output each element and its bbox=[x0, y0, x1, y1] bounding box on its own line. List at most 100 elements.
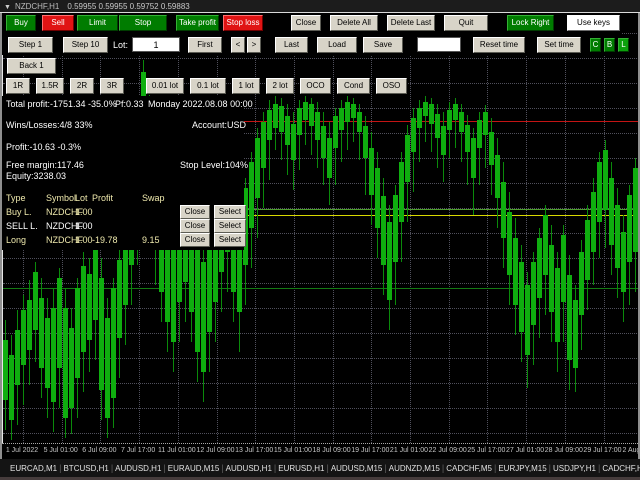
set-time-button[interactable]: Set time bbox=[537, 37, 581, 53]
candle bbox=[405, 135, 410, 182]
grid-line bbox=[3, 433, 639, 434]
x-axis-label: 5 Jul 01:00 bbox=[43, 447, 78, 454]
position-close-button[interactable]: Close bbox=[180, 219, 210, 233]
symbol-tab[interactable]: EURJPY,M15 bbox=[496, 464, 548, 473]
r1-button[interactable]: 1R bbox=[6, 78, 30, 94]
position-select-button[interactable]: Select bbox=[214, 219, 246, 233]
symbol-tab[interactable]: EURAUD,M15 bbox=[166, 464, 222, 473]
oso-button[interactable]: OSO bbox=[376, 78, 407, 94]
symbol-tab[interactable]: CADCHF,M5 bbox=[444, 464, 494, 473]
last-button[interactable]: Last bbox=[275, 37, 308, 53]
candle bbox=[495, 155, 500, 198]
candle bbox=[45, 318, 50, 388]
position-close-button[interactable]: Close bbox=[180, 233, 210, 247]
lot-01-button[interactable]: 0.1 lot bbox=[190, 78, 226, 94]
candle bbox=[387, 222, 392, 300]
time-input[interactable] bbox=[417, 37, 461, 52]
candle bbox=[51, 308, 56, 402]
oco-button[interactable]: OCO bbox=[300, 78, 331, 94]
stop-button[interactable]: Stop bbox=[119, 15, 167, 31]
position-lot: 1.00 bbox=[75, 221, 93, 231]
candle bbox=[411, 118, 416, 152]
candle bbox=[585, 220, 590, 280]
reset-time-button[interactable]: Reset time bbox=[473, 37, 525, 53]
symbol-tab[interactable]: EURUSD,H1 bbox=[276, 464, 326, 473]
lot-1-button[interactable]: 1 lot bbox=[232, 78, 260, 94]
load-button[interactable]: Load bbox=[317, 37, 357, 53]
symbol-tab[interactable]: BTCUSD,H1 bbox=[61, 464, 110, 473]
candle bbox=[417, 108, 422, 128]
position-close-button[interactable]: Close bbox=[180, 205, 210, 219]
symbol-tab[interactable]: AUDNZD,M15 bbox=[387, 464, 442, 473]
lot-input[interactable] bbox=[132, 37, 180, 52]
symbol-tab[interactable]: AUDUSD,H1 bbox=[113, 464, 163, 473]
candle bbox=[309, 104, 314, 126]
delete-last-button[interactable]: Delete Last bbox=[387, 15, 435, 31]
b-button[interactable]: B bbox=[604, 38, 615, 52]
candle bbox=[369, 148, 374, 195]
grid-line bbox=[3, 408, 639, 409]
candle bbox=[279, 106, 284, 132]
cond-button[interactable]: Cond bbox=[337, 78, 370, 94]
step-1-button[interactable]: Step 1 bbox=[8, 37, 53, 53]
step-10-button[interactable]: Step 10 bbox=[63, 37, 108, 53]
quit-button[interactable]: Quit bbox=[444, 15, 488, 31]
equity-text: Equity:3238.03 bbox=[6, 171, 67, 181]
profit-text: Profit:-10.63 -0.3% bbox=[6, 142, 82, 152]
use-keys-button[interactable]: Use keys bbox=[567, 15, 620, 31]
lock-right-button[interactable]: Lock Right bbox=[507, 15, 554, 31]
candle bbox=[255, 138, 260, 198]
candle bbox=[519, 262, 524, 332]
lot-001-button[interactable]: 0.01 lot bbox=[146, 78, 184, 94]
free-margin-text: Free margin:117.46 bbox=[6, 160, 84, 170]
lot-2-button[interactable]: 2 lot bbox=[266, 78, 294, 94]
back-1-button[interactable]: Back 1 bbox=[7, 58, 56, 74]
symbol-tab[interactable]: EURCAD,M1 bbox=[8, 464, 59, 473]
grid-line bbox=[332, 13, 334, 443]
candle bbox=[333, 116, 338, 148]
candle bbox=[531, 262, 536, 325]
c-button[interactable]: C bbox=[590, 38, 601, 52]
x-axis-label: 28 Jul 09:00 bbox=[544, 447, 583, 454]
next-button[interactable]: > bbox=[247, 37, 261, 53]
limit-button[interactable]: Limit bbox=[77, 15, 118, 31]
r3-button[interactable]: 3R bbox=[100, 78, 124, 94]
delete-all-button[interactable]: Delete All bbox=[330, 15, 378, 31]
candle bbox=[171, 242, 176, 342]
candle bbox=[9, 355, 14, 420]
candle bbox=[489, 132, 494, 165]
sell-button[interactable]: Sell bbox=[42, 15, 74, 31]
candle bbox=[93, 250, 98, 320]
prev-button[interactable]: < bbox=[231, 37, 245, 53]
candle bbox=[579, 252, 584, 315]
candle bbox=[573, 300, 578, 368]
left-edge bbox=[0, 13, 2, 459]
candle bbox=[513, 238, 518, 305]
r2-button[interactable]: 2R bbox=[70, 78, 94, 94]
l-button[interactable]: L bbox=[618, 38, 629, 52]
candle bbox=[609, 178, 614, 245]
save-button[interactable]: Save bbox=[363, 37, 403, 53]
position-select-button[interactable]: Select bbox=[214, 233, 246, 247]
symbol-tab[interactable]: USDJPY,H1 bbox=[551, 464, 598, 473]
candle bbox=[537, 238, 542, 298]
close-button[interactable]: Close bbox=[291, 15, 321, 31]
col-header-swap: Swap bbox=[142, 193, 165, 203]
candle bbox=[561, 235, 566, 302]
first-button[interactable]: First bbox=[188, 37, 222, 53]
r1-5-button[interactable]: 1.5R bbox=[36, 78, 64, 94]
position-select-button[interactable]: Select bbox=[214, 205, 246, 219]
candle bbox=[423, 102, 428, 116]
grid-line bbox=[371, 13, 373, 443]
buy-button[interactable]: Buy bbox=[6, 15, 36, 31]
stop-loss-button[interactable]: Stop loss bbox=[223, 15, 263, 31]
symbol-tab[interactable]: AUDUSD,M15 bbox=[329, 464, 385, 473]
position-lot: 1.00 bbox=[75, 207, 93, 217]
symbol-tab[interactable]: CADCHF,H1 bbox=[600, 464, 640, 473]
take-profit-button[interactable]: Take profit bbox=[176, 15, 219, 31]
candle bbox=[567, 275, 572, 360]
symbol-tab[interactable]: AUDUSD,H1 bbox=[224, 464, 274, 473]
candle bbox=[357, 112, 362, 132]
chart-title-bar: ▼ NZDCHF,H1 0.59955 0.59955 0.59752 0.5988… bbox=[0, 0, 640, 13]
candle bbox=[429, 104, 434, 124]
